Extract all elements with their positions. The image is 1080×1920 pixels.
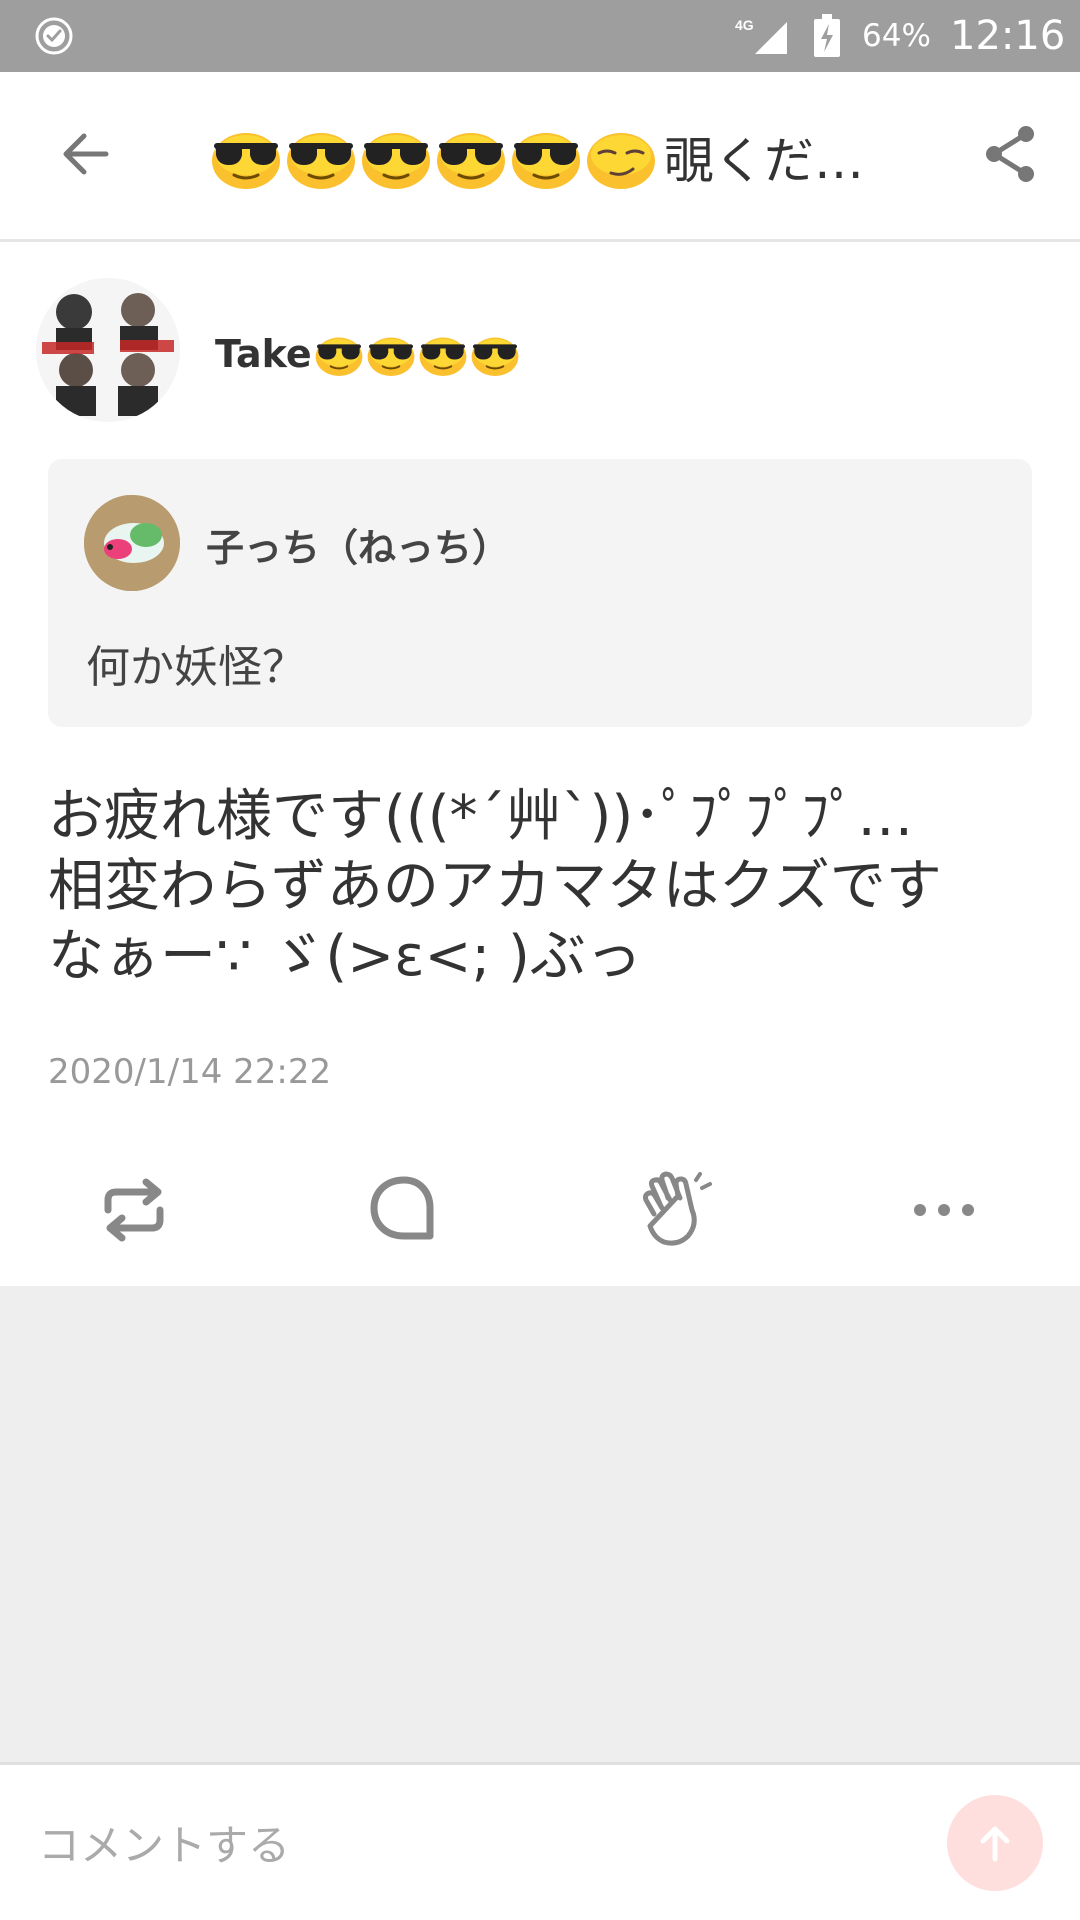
empty-comments-area [0,1286,1080,1762]
post-timestamp: 2020/1/14 22:22 [48,1052,332,1092]
sunglasses-emoji-icon [210,125,282,189]
author-name[interactable]: Take [215,328,520,380]
status-bar: 4G 64% 12:16 [0,0,1080,72]
quoted-author-name: 子っち（ねっち） [206,526,511,570]
sunglasses-emoji-icon [470,332,520,376]
send-comment-button[interactable] [947,1795,1043,1891]
sunglasses-emoji-icon [314,332,364,376]
post-actions [0,1150,1080,1284]
quoted-author-avatar [84,495,180,591]
post-body-line: お疲れ様です(((*´艸`))･ﾟﾌﾟﾌﾟﾌﾟ… [48,784,914,849]
check-circle-icon [35,17,73,55]
quoted-text: 何か妖怪？ [86,642,306,693]
author-avatar-image [36,278,180,422]
quoted-post[interactable]: 子っち（ねっち） 何か妖怪？ [48,459,1032,727]
sunglasses-emoji-icon [285,125,357,189]
battery-charging-icon [814,14,840,57]
top-app-bar: 覗くだ… [0,72,1080,242]
arrow-left-icon[interactable] [56,124,116,184]
smirk-emoji-icon [585,125,657,189]
author-name-text: Take [215,332,312,376]
arrow-up-icon [980,1826,1010,1862]
network-type: 4G [735,17,754,33]
comment-input[interactable] [38,1815,838,1875]
sunglasses-emoji-icon [360,125,432,189]
page-title-text: 覗くだ… [664,132,864,190]
post-body-line: なぁー∵ ゞ(>ε<; )ぶっ [48,924,642,989]
clock: 12:16 [950,13,1066,59]
sunglasses-emoji-icon [435,125,507,189]
quoted-author-avatar-image [84,495,180,591]
sunglasses-emoji-icon [366,332,416,376]
sunglasses-emoji-icon [418,332,468,376]
page-title: 覗くだ… [210,122,900,192]
clap-icon[interactable] [634,1170,714,1250]
sunglasses-emoji-icon [510,125,582,189]
comment-bar [0,1762,1080,1920]
comment-icon[interactable] [364,1170,444,1250]
signal-icon: 4G [735,17,787,54]
post-body-line: 相変わらずあのアカマタはクズです [48,854,942,919]
more-icon[interactable] [904,1170,984,1250]
repost-icon[interactable] [94,1170,174,1250]
share-icon[interactable] [980,122,1040,186]
author-avatar[interactable] [36,278,180,422]
post-body: お疲れ様です(((*´艸`))･ﾟﾌﾟﾌﾟﾌﾟ… 相変わらずあのアカマタはクズで… [48,782,1038,992]
battery-percent: 64% [862,18,931,54]
